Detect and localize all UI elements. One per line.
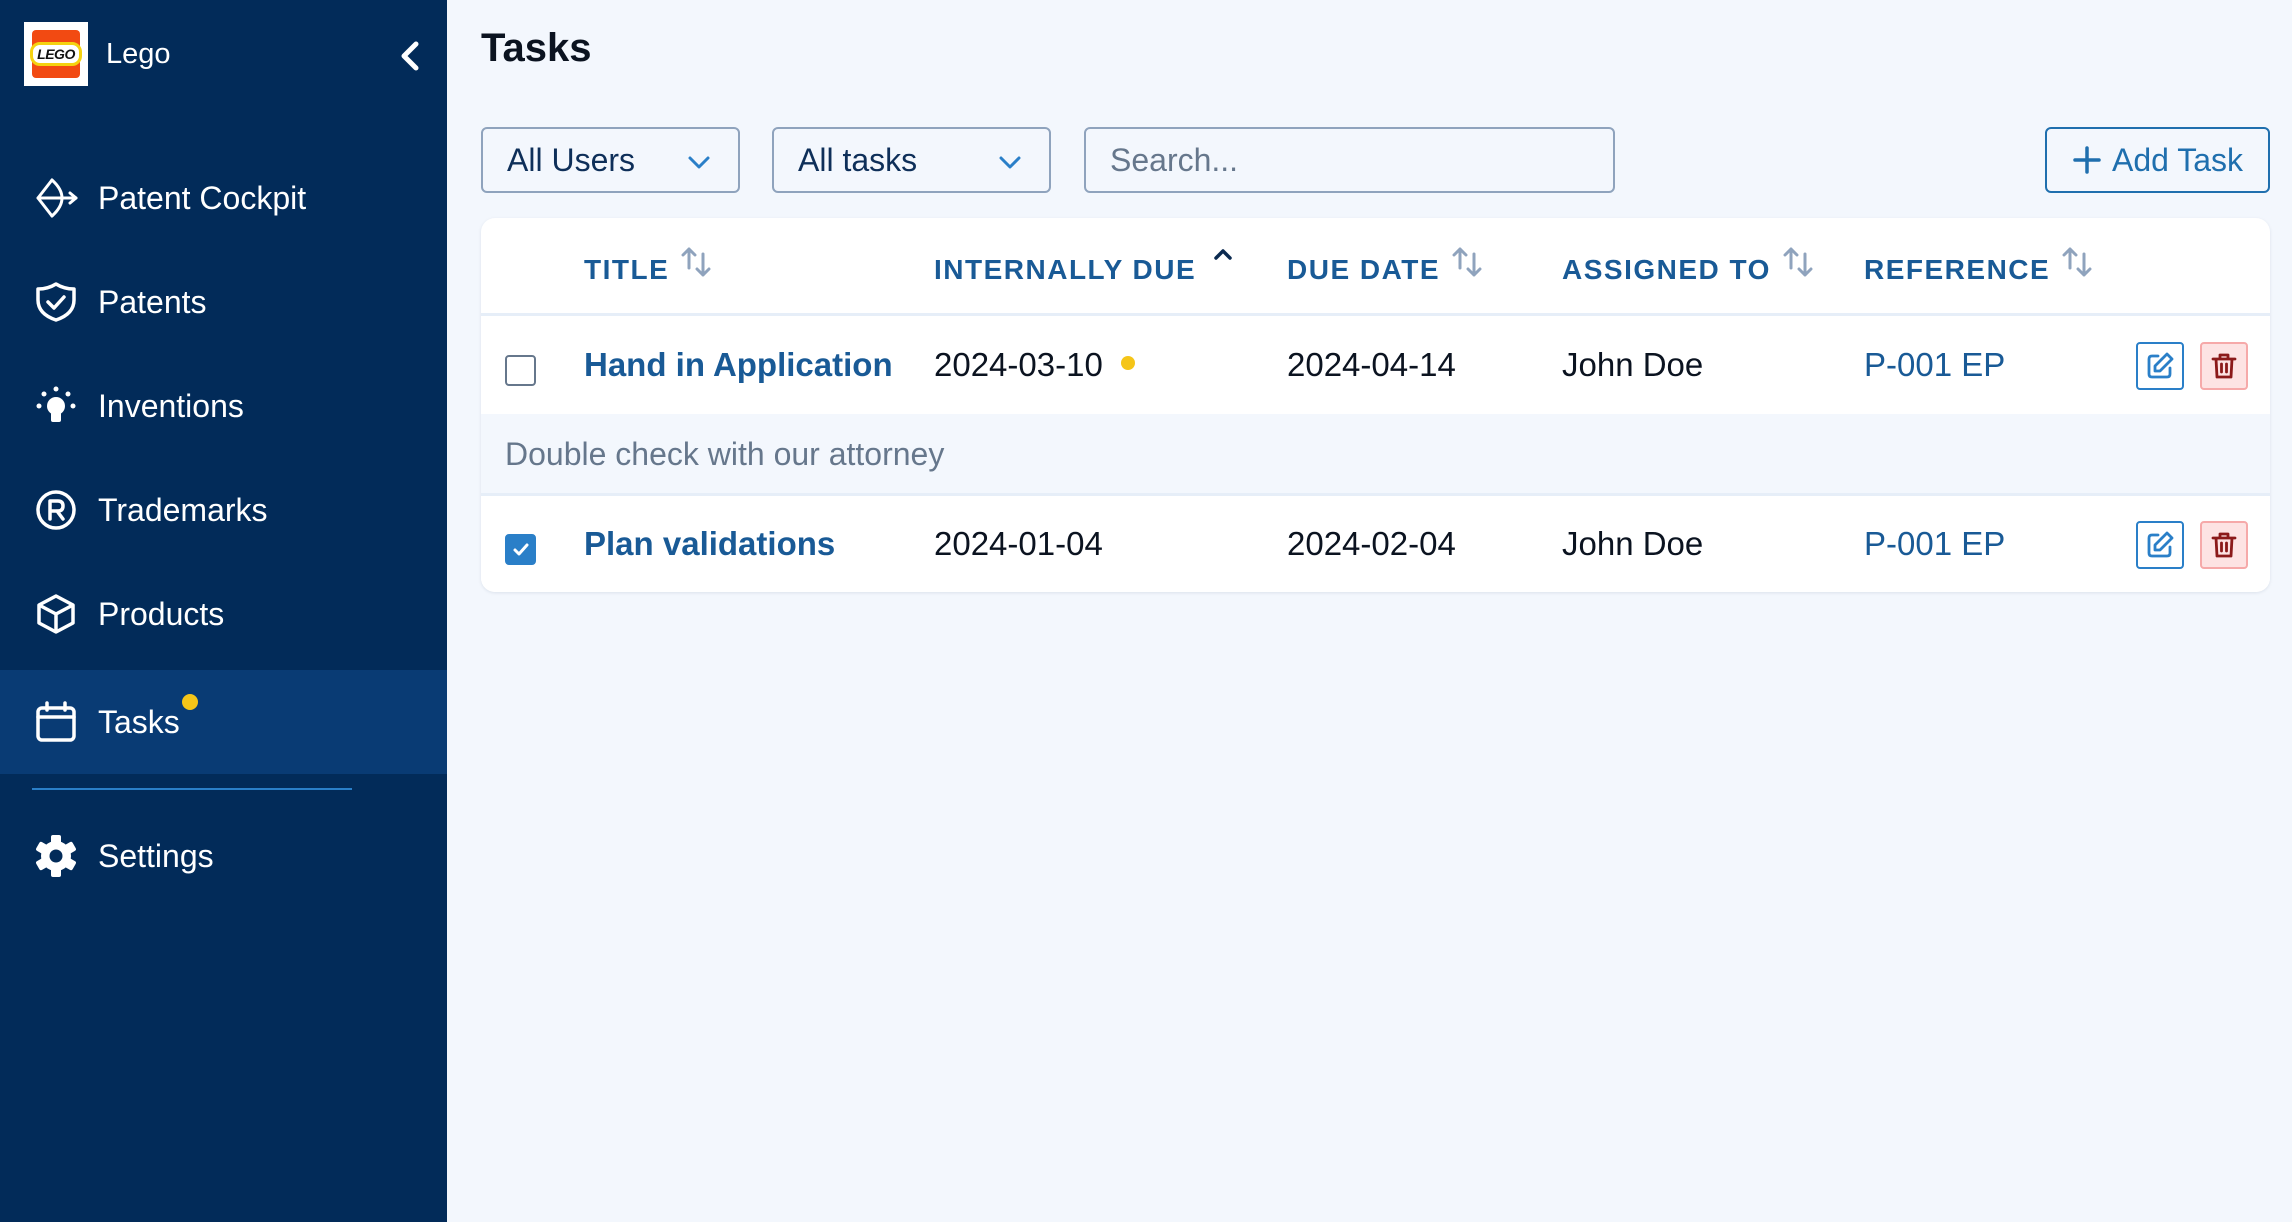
column-header-assigned-to[interactable]: ASSIGNED TO [1562, 247, 1815, 286]
sidebar: LEGO Lego Patent Cockpit Patents Inventi… [0, 0, 447, 1222]
internally-due-cell: 2024-01-04 [934, 525, 1103, 562]
sidebar-item-products[interactable]: Products [0, 562, 447, 666]
tasks-table: TITLE INTERNALLY DUE DUE DATE ASSIGNED T… [481, 218, 2270, 592]
chevron-down-icon [688, 156, 710, 169]
registered-icon [34, 488, 78, 532]
table-row: Plan validations 2024-01-04 2024-02-04 J… [481, 497, 2270, 592]
page-title: Tasks [481, 26, 592, 70]
column-header-title[interactable]: TITLE [584, 247, 713, 286]
sidebar-item-settings[interactable]: Settings [0, 804, 447, 908]
task-note: Double check with our attorney [505, 436, 945, 472]
due-date-cell: 2024-04-14 [1287, 346, 1456, 383]
sort-icon [1783, 247, 1813, 277]
assigned-to-cell: John Doe [1562, 346, 1704, 383]
user-filter-value: All Users [507, 141, 636, 178]
shield-check-icon [34, 280, 78, 324]
calendar-icon [34, 700, 78, 744]
edit-button[interactable] [2136, 521, 2184, 569]
sidebar-item-label: Products [98, 595, 225, 632]
user-filter-select[interactable]: All Users [481, 127, 740, 193]
column-header-reference[interactable]: REFERENCE [1864, 247, 2094, 286]
company-logo: LEGO [24, 22, 88, 86]
task-filter-select[interactable]: All tasks [772, 127, 1051, 193]
task-title-link[interactable]: Plan validations [584, 525, 835, 563]
logo-text: LEGO [30, 42, 82, 66]
sidebar-item-label: Inventions [98, 387, 244, 424]
delete-button[interactable] [2200, 521, 2248, 569]
search-input[interactable] [1086, 129, 1613, 191]
due-warning-dot [1120, 356, 1135, 371]
due-date-cell: 2024-02-04 [1287, 525, 1456, 562]
brand[interactable]: LEGO Lego [24, 22, 171, 86]
table-row: Hand in Application 2024-03-10 2024-04-1… [481, 318, 2270, 414]
collapse-sidebar-button[interactable] [392, 38, 428, 74]
sort-ascending-icon [1214, 249, 1232, 260]
brand-name: Lego [106, 37, 171, 70]
sidebar-item-label: Patents [98, 283, 207, 320]
trash-icon [2211, 532, 2237, 558]
sidebar-item-inventions[interactable]: Inventions [0, 354, 447, 458]
add-task-button[interactable]: Add Task [2045, 127, 2270, 193]
sidebar-item-label: Patent Cockpit [98, 179, 307, 216]
search-box [1084, 127, 1615, 193]
sidebar-item-label: Trademarks [98, 491, 268, 528]
column-header-internally-due[interactable]: INTERNALLY DUE [934, 249, 1240, 286]
edit-icon [2147, 352, 2174, 379]
task-title-link[interactable]: Hand in Application [584, 346, 893, 384]
sidebar-item-patents[interactable]: Patents [0, 250, 447, 354]
sidebar-item-tasks[interactable]: Tasks [0, 670, 447, 774]
column-header-due-date[interactable]: DUE DATE [1287, 247, 1484, 286]
sort-icon [2062, 247, 2092, 277]
table-header: TITLE INTERNALLY DUE DUE DATE ASSIGNED T… [481, 218, 2270, 316]
edit-button[interactable] [2136, 342, 2184, 390]
reference-link[interactable]: P-001 EP [1864, 346, 2005, 384]
sort-icon [1452, 247, 1482, 277]
task-done-checkbox[interactable] [505, 355, 536, 386]
task-done-checkbox[interactable] [505, 534, 536, 565]
task-filter-value: All tasks [798, 141, 918, 178]
notification-dot [181, 693, 198, 710]
add-task-label: Add Task [2111, 141, 2244, 178]
reference-link[interactable]: P-001 EP [1864, 525, 2005, 563]
bow-arrow-icon [34, 176, 78, 220]
task-note-row: Double check with our attorney [481, 414, 2270, 496]
lightbulb-icon [34, 384, 78, 428]
sort-icon [681, 247, 711, 277]
plus-icon [2073, 146, 2101, 174]
gear-icon [34, 834, 78, 878]
checkmark-icon [513, 543, 528, 555]
sidebar-divider [32, 788, 352, 790]
sidebar-item-trademarks[interactable]: Trademarks [0, 458, 447, 562]
edit-icon [2147, 531, 2174, 558]
sidebar-item-patent-cockpit[interactable]: Patent Cockpit [0, 146, 447, 250]
internally-due-cell: 2024-03-10 [934, 346, 1135, 384]
chevron-down-icon [999, 156, 1021, 169]
delete-button[interactable] [2200, 342, 2248, 390]
cube-icon [34, 592, 78, 636]
sidebar-item-label: Settings [98, 837, 214, 874]
trash-icon [2211, 353, 2237, 379]
sidebar-item-label: Tasks [98, 693, 198, 741]
chevron-left-icon [401, 41, 419, 71]
assigned-to-cell: John Doe [1562, 525, 1704, 562]
